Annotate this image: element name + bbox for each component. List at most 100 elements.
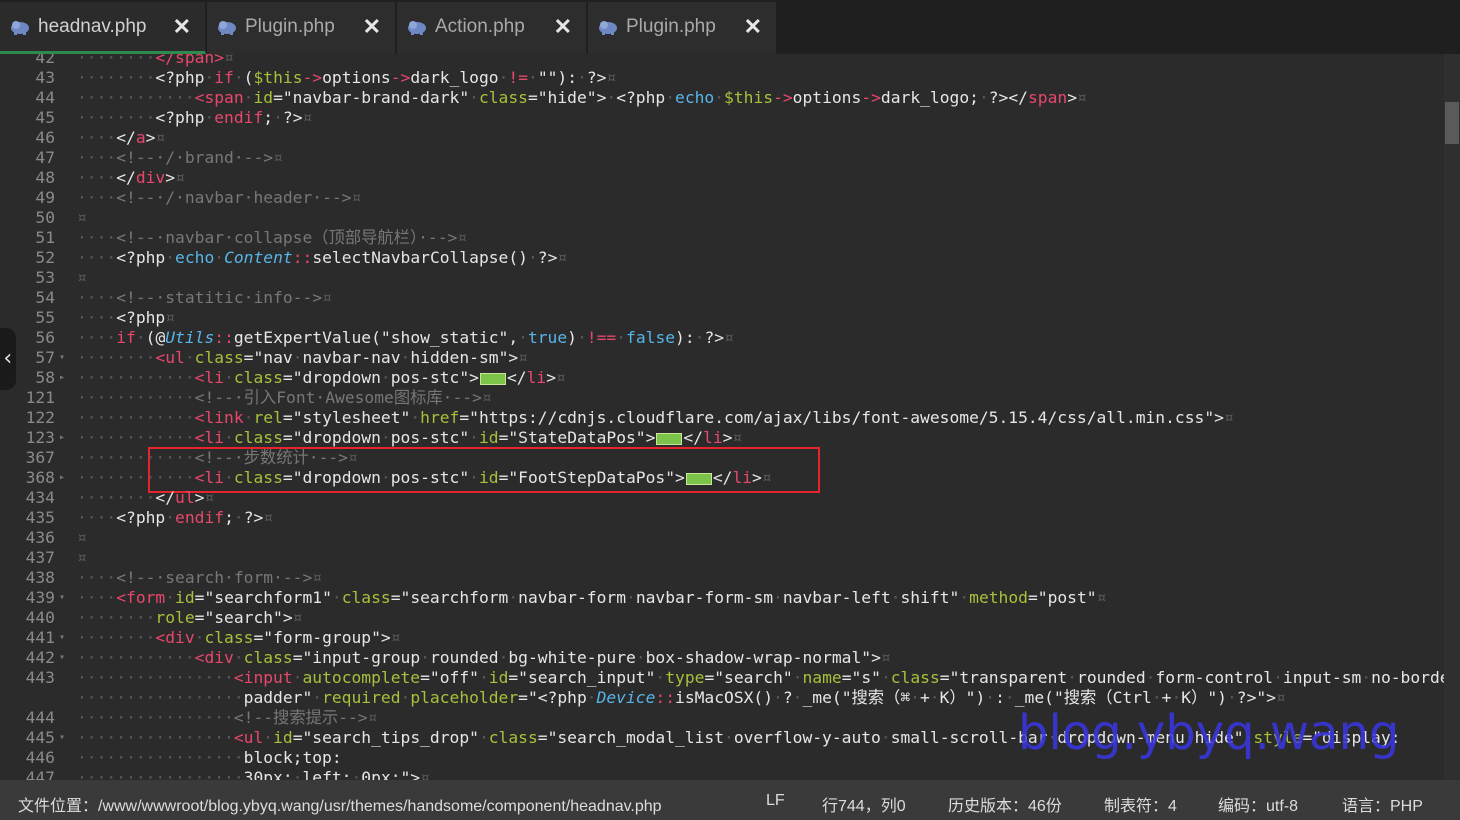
close-icon[interactable]: ✕ [363, 14, 381, 40]
code-line[interactable]: 367 ············<!--·步数统计·-->¤ [0, 448, 1444, 468]
vertical-scrollbar[interactable] [1444, 54, 1460, 780]
line-number: 50 [35, 208, 55, 227]
code-line[interactable]: 45 ········<?php·endif;·?>¤ [0, 108, 1444, 128]
code-text: ¤ [77, 208, 87, 227]
fold-marker-icon[interactable]: ▸ [59, 468, 65, 488]
line-number: 435 [25, 508, 55, 527]
code-line[interactable]: 52 ····<?php·echo·Content::selectNavbarCo… [0, 248, 1444, 268]
code-line[interactable]: 49 ····<!--·/·navbar·header·-->¤ [0, 188, 1444, 208]
code-line[interactable]: 437 ¤ [0, 548, 1444, 568]
scrollbar-thumb[interactable] [1445, 102, 1459, 144]
code-editor[interactable]: 42 ········</span>¤ 43 ········<?php·if·($t… [0, 54, 1444, 780]
code-text: ····</div>¤ [77, 168, 185, 187]
code-text: ····<!--·/·navbar·header·-->¤ [77, 188, 362, 207]
code-text: ····<!--·statitic·info-->¤ [77, 288, 332, 307]
code-text: ····<?php·echo·Content::selectNavbarColl… [77, 248, 568, 267]
code-text: ············<!--·引入Font·Awesome图标库·-->¤ [77, 388, 492, 407]
fold-marker-icon[interactable]: ▾ [59, 348, 65, 368]
fold-marker-icon[interactable]: ▾ [59, 628, 65, 648]
code-line[interactable]: 435 ····<?php·endif;·?>¤ [0, 508, 1444, 528]
history-versions[interactable]: 历史版本：46份 [948, 792, 1062, 816]
tab-size[interactable]: 制表符：4 [1104, 792, 1177, 816]
line-number: 442 [25, 648, 55, 667]
line-number: 48 [35, 168, 55, 187]
code-line[interactable]: 368 ▸ ············<li·class="dropdown·pos-… [0, 468, 1444, 488]
code-text: ········<ul·class="nav·navbar-nav·hidden… [77, 348, 528, 367]
code-line[interactable]: 47 ····<!--·/·brand·-->¤ [0, 148, 1444, 168]
code-line[interactable]: 56 ····if·(@Utils::getExpertValue("show_s… [0, 328, 1444, 348]
code-text: ····</a>¤ [77, 128, 166, 147]
fold-marker-icon[interactable]: ▸ [59, 368, 65, 388]
line-number: 436 [25, 528, 55, 547]
code-text: ····<!--·navbar·collapse（顶部导航栏）·-->¤ [77, 228, 468, 247]
line-number: 434 [25, 488, 55, 507]
code-line[interactable]: 57 ▾ ········<ul·class="nav·navbar-nav·hid… [0, 348, 1444, 368]
fold-marker-icon[interactable]: ▾ [59, 648, 65, 668]
watermark: blog.ybyq.wang [1018, 705, 1400, 761]
code-line[interactable]: 442 ▾ ············<div·class="input-group·… [0, 648, 1444, 668]
code-line[interactable]: 44 ············<span·id="navbar-brand-dar… [0, 88, 1444, 108]
php-elephant-icon [407, 19, 427, 35]
code-text: ·················block;top: [77, 748, 342, 767]
file-path: 文件位置：/www/wwwroot/blog.ybyq.wang/usr/the… [18, 798, 662, 815]
encoding[interactable]: 编码：utf-8 [1218, 792, 1298, 816]
code-text: ····<?php·endif;·?>¤ [77, 508, 274, 527]
code-text: ········</span>¤ [77, 54, 234, 67]
line-number: 368 [25, 468, 55, 487]
line-number: 441 [25, 628, 55, 647]
fold-marker-icon[interactable]: ▾ [59, 588, 65, 608]
code-line[interactable]: 58 ▸ ············<li·class="dropdown·pos-s… [0, 368, 1444, 388]
code-text: ············<li·class="dropdown·pos-stc"… [77, 468, 772, 487]
line-number: 42 [35, 54, 55, 67]
tab-action[interactable]: Action.php ✕ [397, 2, 587, 54]
chevron-left-icon[interactable]: ‹ [0, 328, 16, 390]
line-number: 46 [35, 128, 55, 147]
code-line[interactable]: 53 ¤ [0, 268, 1444, 288]
fold-marker-icon[interactable]: ▸ [59, 428, 65, 448]
line-number: 121 [25, 388, 55, 407]
close-icon[interactable]: ✕ [173, 14, 191, 40]
code-line[interactable]: 50 ¤ [0, 208, 1444, 228]
code-line[interactable]: 123 ▸ ············<li·class="dropdown·pos-… [0, 428, 1444, 448]
code-line[interactable]: 54 ····<!--·statitic·info-->¤ [0, 288, 1444, 308]
line-number: 438 [25, 568, 55, 587]
code-line[interactable]: 48 ····</div>¤ [0, 168, 1444, 188]
code-line[interactable]: 440 ········role="search">¤ [0, 608, 1444, 628]
language[interactable]: 语言：PHP [1342, 792, 1423, 816]
code-text: ············<link·rel="stylesheet"·href=… [77, 408, 1234, 427]
code-line[interactable]: 434 ········</ul>¤ [0, 488, 1444, 508]
close-icon[interactable]: ✕ [744, 14, 762, 40]
cursor-position[interactable]: 行744，列0 [822, 792, 906, 816]
fold-marker-icon[interactable]: ▾ [59, 728, 65, 748]
tab-label: Plugin.php [626, 16, 716, 37]
line-number: 47 [35, 148, 55, 167]
code-line[interactable]: 439 ▾ ····<form·id="searchform1"·class="se… [0, 588, 1444, 608]
tab-headnav[interactable]: headnav.php ✕ [0, 2, 206, 54]
php-elephant-icon [598, 19, 618, 35]
code-line[interactable]: 122 ············<link·rel="stylesheet"·hr… [0, 408, 1444, 428]
tab-plugin-2[interactable]: Plugin.php ✕ [588, 2, 777, 54]
code-line[interactable]: 441 ▾ ········<div·class="form-group">¤ [0, 628, 1444, 648]
line-number: 53 [35, 268, 55, 287]
code-line[interactable]: 55 ····<?php¤ [0, 308, 1444, 328]
code-text: ····if·(@Utils::getExpertValue("show_sta… [77, 328, 734, 347]
line-ending[interactable]: LF [766, 792, 785, 810]
code-text: ····<form·id="searchform1"·class="search… [77, 588, 1107, 607]
code-line[interactable]: 447 ·················30px;·left:·0px;">¤ [0, 768, 1444, 780]
code-line[interactable]: 42 ········</span>¤ [0, 54, 1444, 68]
line-number: 51 [35, 228, 55, 247]
line-number: 44 [35, 88, 55, 107]
code-line[interactable]: 443 ················<input·autocomplete="… [0, 668, 1444, 688]
tab-bar: headnav.php ✕ Plugin.php ✕ Action.php ✕ … [0, 0, 1460, 54]
line-number: 439 [25, 588, 55, 607]
code-line[interactable]: 46 ····</a>¤ [0, 128, 1444, 148]
code-line[interactable]: 121 ············<!--·引入Font·Awesome图标库·--… [0, 388, 1444, 408]
close-icon[interactable]: ✕ [554, 14, 572, 40]
code-line[interactable]: 436 ¤ [0, 528, 1444, 548]
line-number: 49 [35, 188, 55, 207]
tab-plugin-1[interactable]: Plugin.php ✕ [207, 2, 396, 54]
code-line[interactable]: 43 ········<?php·if·($this->options->dark… [0, 68, 1444, 88]
code-line[interactable]: 438 ····<!--·search·form·-->¤ [0, 568, 1444, 588]
code-line[interactable]: 51 ····<!--·navbar·collapse（顶部导航栏）·-->¤ [0, 228, 1444, 248]
tab-label: Plugin.php [245, 16, 335, 37]
